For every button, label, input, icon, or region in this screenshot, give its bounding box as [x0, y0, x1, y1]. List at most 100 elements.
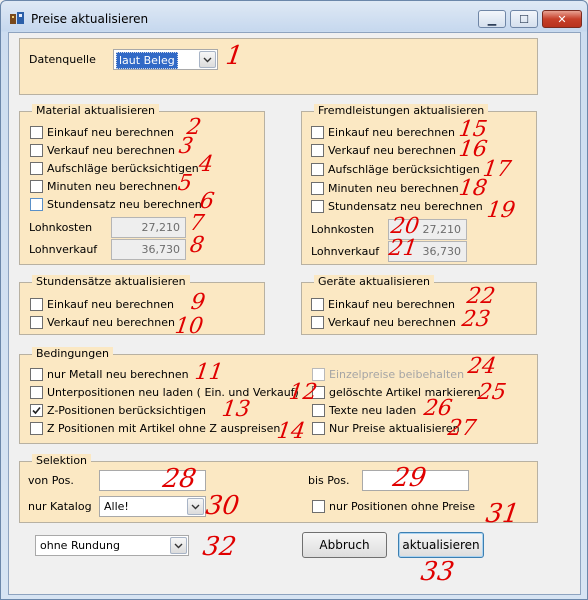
- ohne-preise-checkbox[interactable]: [312, 500, 325, 513]
- annotation-21: 21: [387, 236, 419, 261]
- material-lohnkosten-field: 27,210: [111, 217, 186, 238]
- fremd-aufschlaege-checkbox[interactable]: [311, 163, 324, 176]
- annotation-19: 19: [485, 198, 517, 223]
- annotation-32: 32: [200, 532, 239, 562]
- bed-z-positionen-checkbox[interactable]: [30, 404, 43, 417]
- geraete-verkauf-label[interactable]: Verkauf neu berechnen: [328, 316, 456, 329]
- bed-unterpositionen-label[interactable]: Unterpositionen neu laden ( Ein. und Ver…: [47, 386, 299, 399]
- material-einkauf-checkbox[interactable]: [30, 126, 43, 139]
- fremd-lohnverkauf-label: Lohnverkauf: [311, 245, 380, 258]
- fremd-einkauf-label[interactable]: Einkauf neu berechnen: [328, 126, 455, 139]
- fremd-verkauf-label[interactable]: Verkauf neu berechnen: [328, 144, 456, 157]
- material-aufschlaege-checkbox[interactable]: [30, 162, 43, 175]
- annotation-33: 33: [418, 557, 457, 587]
- chevron-down-icon: [187, 498, 204, 515]
- datenquelle-panel: Datenquelle laut Beleg: [19, 38, 538, 95]
- bed-nur-metall-checkbox[interactable]: [30, 368, 43, 381]
- annotation-14: 14: [275, 419, 307, 444]
- fremdleistungen-panel: Fremdleistungen aktualisieren Einkauf ne…: [301, 104, 537, 265]
- annotation-13: 13: [220, 397, 252, 422]
- annotation-27: 27: [446, 416, 478, 441]
- stunden-verkauf-label[interactable]: Verkauf neu berechnen: [47, 316, 175, 329]
- fremd-stundensatz-checkbox[interactable]: [311, 200, 324, 213]
- bed-geloeschte-label[interactable]: gelöschte Artikel markieren: [329, 386, 481, 399]
- stunden-einkauf-checkbox[interactable]: [30, 298, 43, 311]
- material-einkauf-label[interactable]: Einkauf neu berechnen: [47, 126, 174, 139]
- app-icon: [10, 12, 24, 24]
- geraete-panel-title: Geräte aktualisieren: [314, 275, 434, 289]
- stundensaetze-panel-title: Stundensätze aktualisieren: [32, 275, 190, 289]
- bed-unterpositionen-checkbox[interactable]: [30, 386, 43, 399]
- abbruch-button[interactable]: Abbruch: [302, 532, 387, 558]
- annotation-24: 24: [466, 354, 498, 379]
- material-panel: Material aktualisieren Einkauf neu berec…: [19, 104, 265, 265]
- selektion-panel-title: Selektion: [32, 454, 92, 468]
- material-verkauf-checkbox[interactable]: [30, 144, 43, 157]
- annotation-28: 28: [160, 464, 199, 494]
- katalog-value: Alle!: [104, 500, 129, 513]
- fremd-lohnkosten-label: Lohnkosten: [311, 223, 375, 236]
- fremd-einkauf-checkbox[interactable]: [311, 126, 324, 139]
- geraete-einkauf-checkbox[interactable]: [311, 298, 324, 311]
- geraete-panel: Geräte aktualisieren Einkauf neu berechn…: [301, 275, 537, 335]
- material-lohnverkauf-field: 36,730: [111, 239, 186, 260]
- bed-nur-preise-label[interactable]: Nur Preise aktualisieren: [329, 422, 460, 435]
- von-pos-label: von Pos.: [28, 474, 74, 487]
- bedingungen-panel-title: Bedingungen: [32, 347, 113, 361]
- bis-pos-label: bis Pos.: [308, 474, 350, 487]
- material-minuten-label[interactable]: Minuten neu berechnen: [47, 180, 178, 193]
- fremd-aufschlaege-label[interactable]: Aufschläge berücksichtigen: [328, 163, 480, 176]
- close-button[interactable]: ✕: [542, 10, 582, 28]
- fremd-minuten-checkbox[interactable]: [311, 182, 324, 195]
- fremdleistungen-panel-title: Fremdleistungen aktualisieren: [314, 104, 489, 118]
- material-stundensatz-label[interactable]: Stundensatz neu berechnen: [47, 198, 202, 211]
- stundensaetze-panel: Stundensätze aktualisieren Einkauf neu b…: [19, 275, 265, 335]
- stunden-verkauf-checkbox[interactable]: [30, 316, 43, 329]
- fremd-minuten-label[interactable]: Minuten neu berechnen: [328, 182, 459, 195]
- maximize-button[interactable]: ☐: [510, 10, 538, 28]
- chevron-down-icon: [199, 51, 216, 68]
- minimize-icon: ▁: [487, 12, 497, 26]
- material-minuten-checkbox[interactable]: [30, 180, 43, 193]
- annotation-30: 30: [203, 491, 242, 521]
- stunden-einkauf-label[interactable]: Einkauf neu berechnen: [47, 298, 174, 311]
- material-verkauf-label[interactable]: Verkauf neu berechnen: [47, 144, 175, 157]
- checkmark-icon: [32, 406, 41, 415]
- katalog-select[interactable]: Alle!: [99, 496, 206, 517]
- bed-einzelpreise-label: Einzelpreise beibehalten: [329, 368, 465, 381]
- bed-z-positionen-label[interactable]: Z-Positionen berücksichtigen: [47, 404, 206, 417]
- bed-nur-preise-checkbox[interactable]: [312, 422, 325, 435]
- ohne-preise-label[interactable]: nur Positionen ohne Preise: [329, 500, 475, 513]
- annotation-11: 11: [193, 360, 225, 385]
- rundung-select[interactable]: ohne Rundung: [35, 535, 189, 556]
- material-panel-title: Material aktualisieren: [32, 104, 160, 118]
- window-title: Preise aktualisieren: [31, 12, 149, 26]
- annotation-23: 23: [460, 307, 492, 332]
- datenquelle-select[interactable]: laut Beleg: [113, 49, 218, 70]
- datenquelle-label: Datenquelle: [29, 53, 96, 66]
- material-stundensatz-checkbox[interactable]: [30, 198, 43, 211]
- annotation-12: 12: [287, 380, 319, 405]
- annotation-20: 20: [389, 214, 421, 239]
- material-aufschlaege-label[interactable]: Aufschläge berücksichtigen: [47, 162, 199, 175]
- annotation-25: 25: [476, 380, 508, 405]
- material-lohnkosten-label: Lohnkosten: [29, 221, 93, 234]
- bed-texte-label[interactable]: Texte neu laden: [329, 404, 416, 417]
- selektion-panel: Selektion von Pos. bis Pos. nur Katalog …: [19, 454, 538, 523]
- fremd-verkauf-checkbox[interactable]: [311, 144, 324, 157]
- aktualisieren-button[interactable]: aktualisieren: [398, 532, 484, 558]
- bed-nur-metall-label[interactable]: nur Metall neu berechnen: [47, 368, 189, 381]
- chevron-down-icon: [170, 537, 187, 554]
- bed-z-ohne-z-label[interactable]: Z Positionen mit Artikel ohne Z auspreis…: [47, 422, 280, 435]
- datenquelle-value: laut Beleg: [116, 52, 178, 69]
- close-icon: ✕: [557, 12, 567, 26]
- geraete-verkauf-checkbox[interactable]: [311, 316, 324, 329]
- rundung-value: ohne Rundung: [40, 539, 120, 552]
- annotation-31: 31: [483, 499, 522, 529]
- minimize-button[interactable]: ▁: [478, 10, 506, 28]
- geraete-einkauf-label[interactable]: Einkauf neu berechnen: [328, 298, 455, 311]
- fremd-stundensatz-label[interactable]: Stundensatz neu berechnen: [328, 200, 483, 213]
- bed-z-ohne-z-checkbox[interactable]: [30, 422, 43, 435]
- annotation-10: 10: [173, 314, 205, 339]
- bed-texte-checkbox[interactable]: [312, 404, 325, 417]
